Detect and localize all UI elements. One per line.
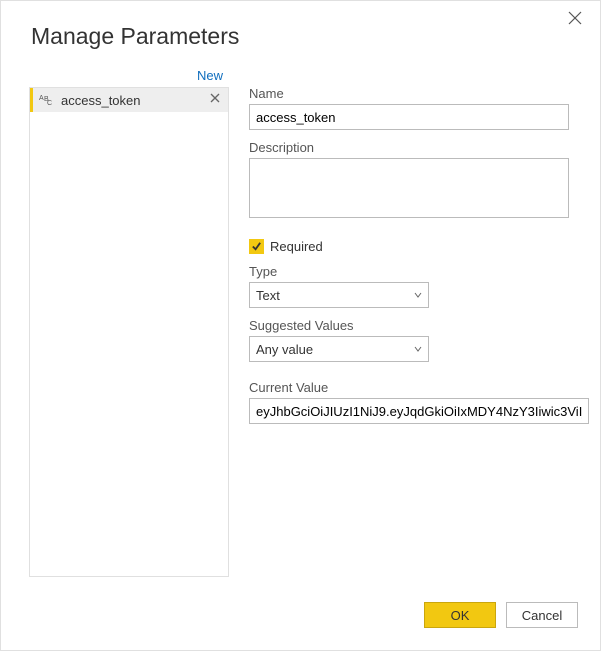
svg-text:C: C [47, 100, 52, 107]
type-label: Type [249, 264, 595, 279]
suggested-values-value: Any value [256, 342, 313, 357]
description-label: Description [249, 140, 595, 155]
required-checkbox[interactable] [249, 239, 264, 254]
dialog-title: Manage Parameters [31, 23, 600, 50]
close-button[interactable] [568, 11, 586, 29]
type-select-value: Text [256, 288, 280, 303]
description-input[interactable] [249, 158, 569, 218]
required-label: Required [270, 239, 323, 254]
chevron-down-icon [414, 345, 422, 353]
suggested-values-label: Suggested Values [249, 318, 595, 333]
parameter-item-label: access_token [61, 93, 208, 108]
remove-parameter-button[interactable] [208, 93, 222, 107]
new-parameter-link[interactable]: New [197, 68, 223, 83]
parameter-list-item[interactable]: ABC access_token [30, 88, 228, 112]
current-value-input[interactable] [249, 398, 589, 424]
type-select[interactable]: Text [249, 282, 429, 308]
chevron-down-icon [414, 291, 422, 299]
name-input[interactable] [249, 104, 569, 130]
current-value-label: Current Value [249, 380, 595, 395]
suggested-values-select[interactable]: Any value [249, 336, 429, 362]
name-label: Name [249, 86, 595, 101]
abc-icon: ABC [39, 92, 55, 108]
parameter-list: ABC access_token [29, 87, 229, 577]
cancel-button[interactable]: Cancel [506, 602, 578, 628]
ok-button[interactable]: OK [424, 602, 496, 628]
